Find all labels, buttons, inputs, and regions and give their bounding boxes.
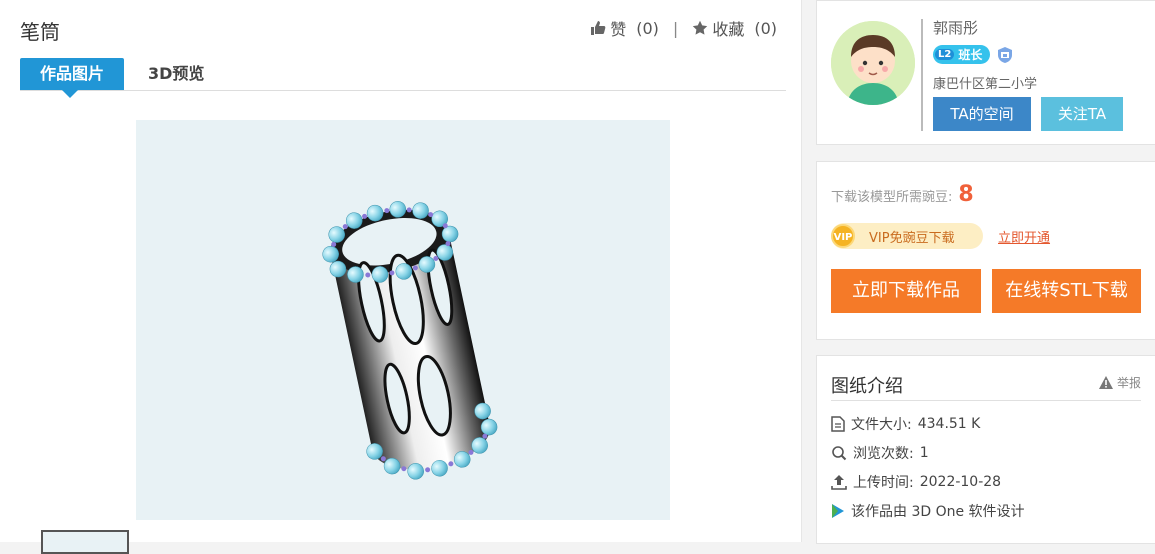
file-size-value: 434.51 K xyxy=(917,416,981,432)
tab-images[interactable]: 作品图片 xyxy=(20,58,124,98)
page-title: 笔筒 xyxy=(20,20,60,44)
avatar[interactable] xyxy=(831,21,915,105)
user-space-button[interactable]: TA的空间 xyxy=(933,97,1031,131)
upload-icon xyxy=(831,475,847,490)
badge-icon xyxy=(998,46,1013,63)
favorite-button[interactable]: 收藏 (0) xyxy=(692,16,777,40)
vip-badge: VIP VIP免豌豆下载 xyxy=(831,223,983,249)
author-card: 郭雨彤 L2 班长 康巴什区第二小学 TA的空间 关注TA xyxy=(816,0,1155,145)
stl-download-button[interactable]: 在线转STL下载 xyxy=(992,269,1141,313)
divider xyxy=(921,19,923,131)
report-link[interactable]: 举报 xyxy=(1098,374,1141,391)
vip-coin-icon: VIP xyxy=(831,224,855,248)
warning-icon xyxy=(1098,376,1113,389)
level-label: 班长 xyxy=(958,48,983,62)
work-panel: 笔筒 赞 (0) | 收藏 (0) 作品图片 3D预览 xyxy=(0,0,802,554)
author-badges: L2 班长 xyxy=(933,45,1014,64)
cost-value: 8 xyxy=(958,182,974,207)
software-row: 该作品由 3D One 软件设计 xyxy=(831,501,1025,521)
favorite-count: (0) xyxy=(754,18,777,38)
favorite-label: 收藏 xyxy=(712,20,745,39)
upload-date: 2022-10-28 xyxy=(919,474,1002,490)
like-count: (0) xyxy=(636,18,659,38)
software-icon xyxy=(832,504,844,518)
vip-open-link[interactable]: 立即开通 xyxy=(998,227,1050,246)
file-icon xyxy=(831,416,845,432)
intro-card: 图纸介绍 举报 文件大小: 434.51 K 浏览次数: 1 上传时间: 202… xyxy=(816,355,1155,544)
views-label: 浏览次数: xyxy=(853,446,914,462)
author-name[interactable]: 郭雨彤 xyxy=(933,17,978,38)
like-label: 赞 xyxy=(610,20,627,39)
action-separator: | xyxy=(672,18,679,38)
tab-bar: 作品图片 3D预览 xyxy=(20,58,786,98)
follow-button[interactable]: 关注TA xyxy=(1041,97,1123,131)
cost-label: 下载该模型所需豌豆: xyxy=(831,190,953,205)
pen-holder-model xyxy=(322,201,498,480)
work-preview-image xyxy=(136,120,670,520)
thumbs-up-icon xyxy=(591,21,606,35)
intro-title: 图纸介绍 xyxy=(831,376,903,397)
intro-divider xyxy=(831,400,1141,401)
views-row: 浏览次数: 1 xyxy=(831,443,929,463)
file-size-label: 文件大小: xyxy=(851,417,912,433)
software-text: 该作品由 3D One 软件设计 xyxy=(851,504,1025,520)
file-size-row: 文件大小: 434.51 K xyxy=(831,414,980,434)
download-button[interactable]: 立即下载作品 xyxy=(831,269,981,313)
report-label: 举报 xyxy=(1116,376,1141,390)
star-icon xyxy=(693,20,708,35)
views-value: 1 xyxy=(919,445,929,461)
download-card: 下载该模型所需豌豆: 8 VIP VIP免豌豆下载 立即开通 立即下载作品 在线… xyxy=(816,161,1155,340)
download-cost: 下载该模型所需豌豆: 8 xyxy=(831,182,974,207)
work-actions: 赞 (0) | 收藏 (0) xyxy=(590,16,777,40)
upload-row: 上传时间: 2022-10-28 xyxy=(831,472,1001,492)
vip-text: VIP免豌豆下载 xyxy=(869,230,955,246)
upload-label: 上传时间: xyxy=(853,475,914,491)
like-button[interactable]: 赞 (0) xyxy=(590,16,659,40)
author-school: 康巴什区第二小学 xyxy=(933,77,1038,92)
level-badge: L2 班长 xyxy=(933,45,991,64)
view-icon xyxy=(832,446,847,461)
thumbnail[interactable] xyxy=(41,530,129,554)
tab-3d-preview[interactable]: 3D预览 xyxy=(148,58,204,90)
level-code: L2 xyxy=(935,49,955,60)
